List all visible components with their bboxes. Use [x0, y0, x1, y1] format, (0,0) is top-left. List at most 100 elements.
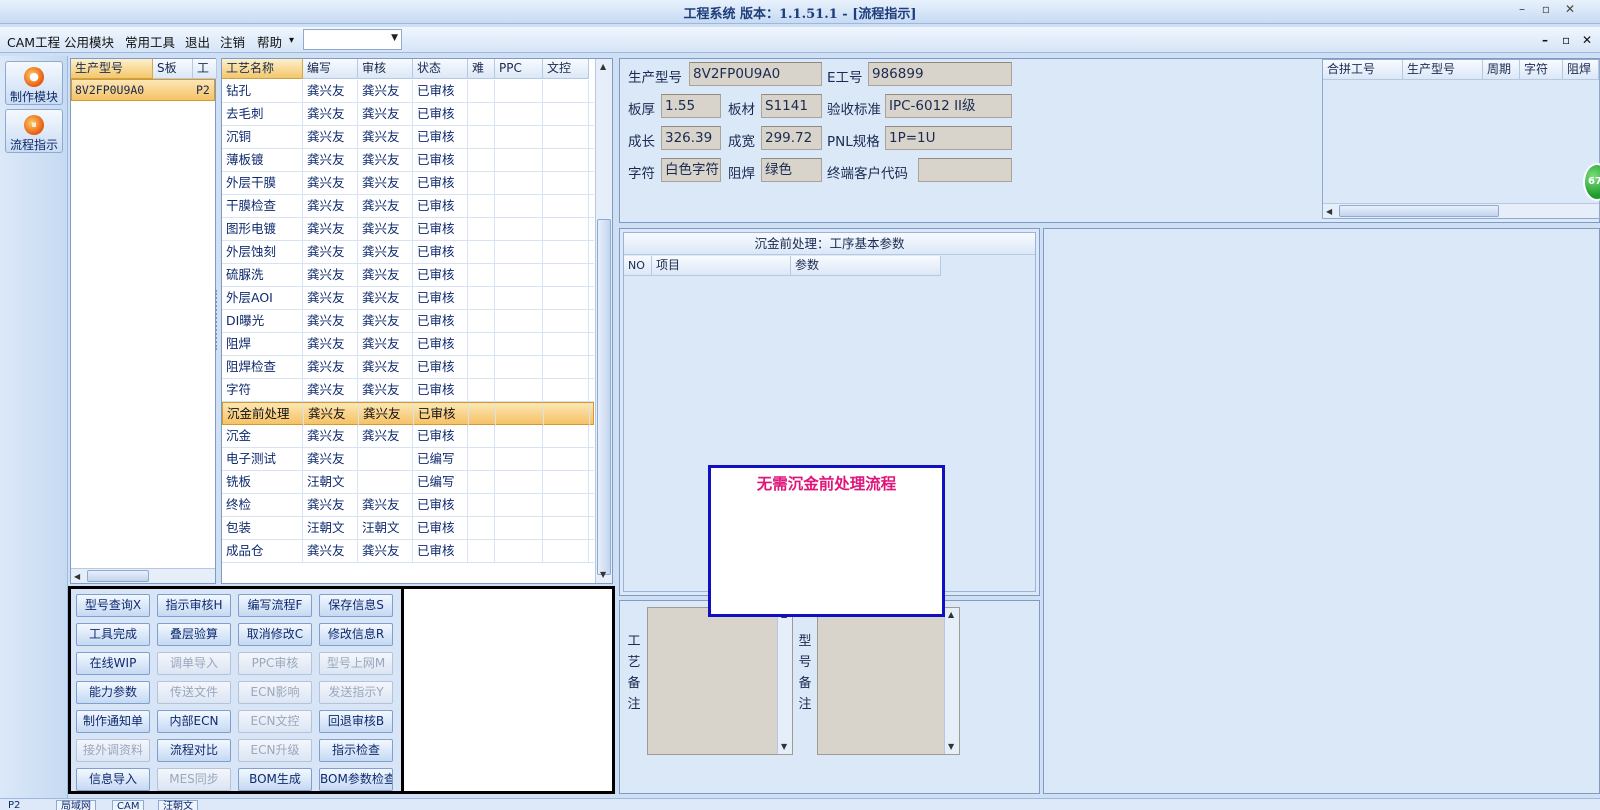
- menu-cam[interactable]: CAM工程: [7, 32, 60, 51]
- action-button[interactable]: 取消修改C: [238, 623, 312, 646]
- col-header-combine-no[interactable]: 合拼工号: [1323, 60, 1403, 80]
- col-header-model[interactable]: 生产型号: [71, 59, 153, 79]
- action-button[interactable]: PPC审核: [238, 652, 312, 675]
- table-row[interactable]: 字符 龚兴友 龚兴友 已审核: [222, 379, 594, 402]
- menu-logout[interactable]: 注销: [220, 32, 245, 51]
- action-button[interactable]: ECN文控: [238, 710, 312, 733]
- col-header-no[interactable]: NO: [624, 256, 652, 276]
- action-button[interactable]: 型号上网M: [319, 652, 393, 675]
- action-button[interactable]: 流程对比: [157, 739, 231, 762]
- model-remark-textarea[interactable]: ▲ ▼: [817, 607, 960, 755]
- customer-code-field[interactable]: [918, 158, 1012, 182]
- model-list-hscroll[interactable]: ◀: [71, 568, 215, 583]
- action-button[interactable]: BOM参数检查: [319, 768, 393, 791]
- table-row[interactable]: 包装 汪朝文 汪朝文 已审核: [222, 517, 594, 540]
- table-row[interactable]: 沉铜 龚兴友 龚兴友 已审核: [222, 126, 594, 149]
- table-row[interactable]: 薄板镀 龚兴友 龚兴友 已审核: [222, 149, 594, 172]
- scroll-down-icon[interactable]: ▼: [948, 742, 954, 751]
- action-button[interactable]: 调单导入: [157, 652, 231, 675]
- scroll-up-icon[interactable]: ▲: [948, 610, 954, 619]
- maximize-window-button[interactable]: ▫: [1536, 2, 1556, 20]
- action-button[interactable]: ECN升级: [238, 739, 312, 762]
- action-button[interactable]: 传送文件: [157, 681, 231, 704]
- table-row[interactable]: 阻焊检查 龚兴友 龚兴友 已审核: [222, 356, 594, 379]
- action-button[interactable]: BOM生成: [238, 768, 312, 791]
- splitter-grip[interactable]: [215, 290, 219, 350]
- table-row[interactable]: DI曝光 龚兴友 龚兴友 已审核: [222, 310, 594, 333]
- nav-flow-instruction[interactable]: ⏸ 流程指示: [5, 109, 63, 153]
- char-field[interactable]: 白色字符: [661, 158, 721, 182]
- col-header-writer[interactable]: 编写: [303, 59, 358, 79]
- nav-production-module[interactable]: ● 制作模块: [5, 61, 63, 105]
- action-button[interactable]: 能力参数: [76, 681, 150, 704]
- table-row[interactable]: 沉金前处理 龚兴友 龚兴友 已审核: [222, 402, 594, 426]
- action-button[interactable]: MES同步: [157, 768, 231, 791]
- table-row[interactable]: 8V2FP0U9A0 P2: [71, 79, 215, 101]
- chevron-down-icon[interactable]: ▼: [391, 33, 398, 43]
- scroll-left-icon[interactable]: ◀: [1326, 207, 1332, 216]
- action-button[interactable]: 编写流程F: [238, 594, 312, 617]
- col-header-mask[interactable]: 阻焊: [1563, 60, 1599, 80]
- col-header-item[interactable]: 项目: [652, 256, 791, 276]
- remark-vscroll[interactable]: ▲ ▼: [944, 608, 959, 754]
- table-row[interactable]: 去毛刺 龚兴友 龚兴友 已审核: [222, 103, 594, 126]
- table-row[interactable]: 沉金 龚兴友 龚兴友 已审核: [222, 425, 594, 448]
- action-button[interactable]: 发送指示Y: [319, 681, 393, 704]
- table-row[interactable]: 阻焊 龚兴友 龚兴友 已审核: [222, 333, 594, 356]
- col-header-period[interactable]: 周期: [1483, 60, 1520, 80]
- standard-field[interactable]: IPC-6012 II级: [885, 94, 1012, 118]
- mdi-restore-button[interactable]: ▫: [1562, 33, 1570, 47]
- action-button[interactable]: 接外调资料: [76, 739, 150, 762]
- col-header-process[interactable]: 工: [193, 59, 217, 79]
- scroll-down-icon[interactable]: ▼: [600, 570, 606, 579]
- menu-common-modules[interactable]: 公用模块: [64, 32, 114, 51]
- length-field[interactable]: 326.39: [661, 126, 721, 150]
- scroll-up-icon[interactable]: ▲: [600, 62, 606, 71]
- table-row[interactable]: 外层蚀刻 龚兴友 龚兴友 已审核: [222, 241, 594, 264]
- table-row[interactable]: 干膜检查 龚兴友 龚兴友 已审核: [222, 195, 594, 218]
- action-button[interactable]: 保存信息S: [319, 594, 393, 617]
- menu-exit[interactable]: 退出: [185, 32, 210, 51]
- action-button[interactable]: 修改信息R: [319, 623, 393, 646]
- col-header-s-board[interactable]: S板: [153, 59, 193, 79]
- e-number-field[interactable]: 986899: [868, 62, 1012, 86]
- table-row[interactable]: 硫脲洗 龚兴友 龚兴友 已审核: [222, 264, 594, 287]
- action-button[interactable]: 指示审核H: [157, 594, 231, 617]
- menu-tools[interactable]: 常用工具: [125, 32, 175, 51]
- table-row[interactable]: 外层AOI 龚兴友 龚兴友 已审核: [222, 287, 594, 310]
- action-button[interactable]: 叠层验算: [157, 623, 231, 646]
- table-row[interactable]: 终检 龚兴友 龚兴友 已审核: [222, 494, 594, 517]
- col-header-status[interactable]: 状态: [413, 59, 468, 79]
- remark-vscroll[interactable]: ▲ ▼: [777, 608, 792, 754]
- action-button[interactable]: 回退审核B: [319, 710, 393, 733]
- table-row[interactable]: 外层干膜 龚兴友 龚兴友 已审核: [222, 172, 594, 195]
- table-row[interactable]: 图形电镀 龚兴友 龚兴友 已审核: [222, 218, 594, 241]
- thickness-field[interactable]: 1.55: [661, 94, 721, 118]
- chevron-down-icon[interactable]: ▾: [289, 35, 294, 46]
- col-header-reviewer[interactable]: 审核: [358, 59, 413, 79]
- table-row[interactable]: 铣板 汪朝文 已编写: [222, 471, 594, 494]
- scroll-thumb[interactable]: [597, 219, 611, 575]
- scroll-down-icon[interactable]: ▼: [781, 742, 787, 751]
- action-button[interactable]: 在线WIP: [76, 652, 150, 675]
- col-header-process-name[interactable]: 工艺名称: [222, 59, 303, 79]
- menu-combo-box[interactable]: ▼: [303, 29, 402, 50]
- scroll-thumb[interactable]: [87, 570, 149, 582]
- table-row[interactable]: 成品仓 龚兴友 龚兴友 已审核: [222, 540, 594, 563]
- col-header-char[interactable]: 字符: [1520, 60, 1563, 80]
- action-button[interactable]: 内部ECN: [157, 710, 231, 733]
- table-row[interactable]: 钻孔 龚兴友 龚兴友 已审核: [222, 80, 594, 103]
- action-button[interactable]: 信息导入: [76, 768, 150, 791]
- action-button[interactable]: 指示检查: [319, 739, 393, 762]
- scroll-left-icon[interactable]: ◀: [74, 572, 80, 581]
- scroll-thumb[interactable]: [1339, 205, 1499, 217]
- mask-field[interactable]: 绿色: [761, 158, 822, 182]
- action-button[interactable]: 工具完成: [76, 623, 150, 646]
- col-header-difficulty[interactable]: 难: [468, 59, 495, 79]
- material-field[interactable]: S1141: [761, 94, 822, 118]
- menu-help[interactable]: 帮助: [257, 32, 282, 51]
- pnl-field[interactable]: 1P=1U: [885, 126, 1012, 150]
- mdi-minimize-button[interactable]: –: [1542, 33, 1548, 47]
- width-field[interactable]: 299.72: [761, 126, 822, 150]
- close-window-button[interactable]: ✕: [1560, 2, 1580, 20]
